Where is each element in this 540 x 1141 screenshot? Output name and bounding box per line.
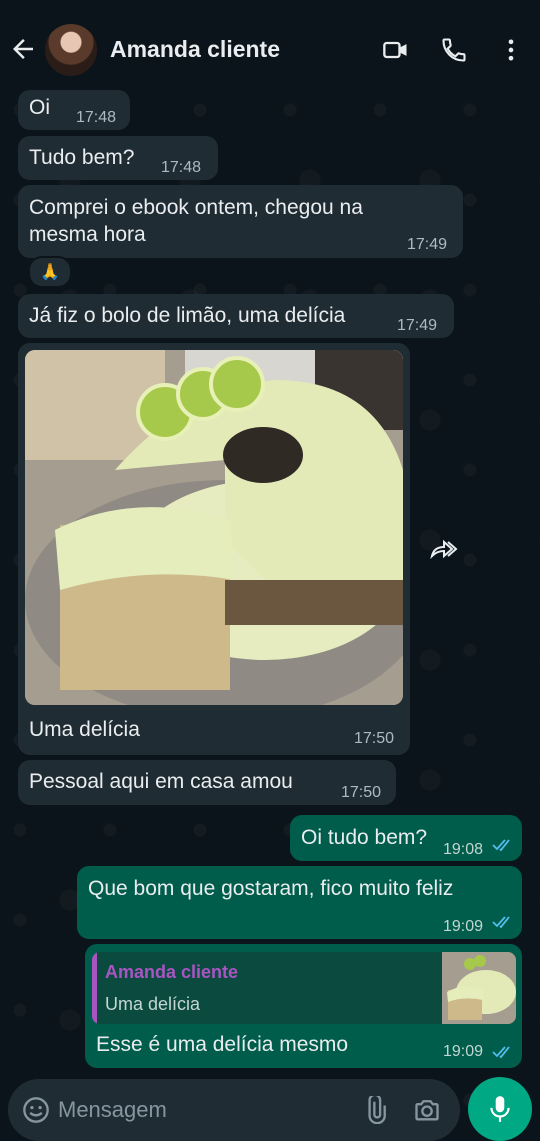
message-bubble[interactable]: Oi tudo bem? 19:08 [290,815,522,861]
message-time: 19:08 [443,841,484,858]
video-call-icon[interactable] [382,36,410,64]
cake-image [25,350,403,705]
cake-photo[interactable] [25,350,403,705]
mic-icon [490,1096,510,1122]
message-input[interactable]: Mensagem [58,1097,167,1123]
attach-icon[interactable] [362,1096,390,1124]
message-text: Oi [29,96,50,119]
message-text: Oi tudo bem? [301,826,428,849]
message-time: 17:49 [397,317,438,334]
message-text: Já fiz o bolo de limão, uma delícia [29,304,346,327]
message-text: Que bom que gostaram, fico muito feliz [88,877,454,900]
quote-bar [92,952,97,1024]
message-time: 17:49 [407,236,448,253]
message-bubble[interactable]: Comprei o ebook ontem, chegou na mesma h… [18,185,463,258]
message-bubble[interactable]: Pessoal aqui em casa amou 17:50 [18,760,396,805]
read-ticks-icon [492,916,510,929]
chat-header: Amanda cliente [0,0,540,96]
more-vertical-icon[interactable] [497,36,525,64]
read-ticks-icon [492,1046,510,1059]
back-arrow-icon[interactable] [8,34,38,64]
message-time: 17:48 [76,109,117,126]
message-time: 19:09 [443,918,484,935]
message-time: 17:48 [161,159,202,176]
reaction-emoji: 🙏 [40,264,60,281]
message-bubble[interactable]: Tudo bem? 17:48 [18,136,218,180]
message-text: mesma hora [29,223,146,246]
phone-icon[interactable] [440,36,468,64]
quote-author: Amanda cliente [105,962,239,982]
emoji-icon[interactable] [22,1096,50,1124]
message-time: 17:50 [341,784,382,801]
contact-name[interactable]: Amanda cliente [110,36,280,63]
message-text: Comprei o ebook ontem, chegou na [29,196,363,219]
message-text: Tudo bem? [29,146,135,169]
message-bubble[interactable]: Já fiz o bolo de limão, uma delícia 17:4… [18,294,454,338]
mic-button[interactable] [468,1077,532,1141]
message-bubble[interactable]: Que bom que gostaram, fico muito feliz 1… [77,866,522,939]
quote-text: Uma delícia [105,994,201,1014]
quote-thumbnail [442,952,516,1024]
quoted-message[interactable]: Amanda cliente Uma delícia [92,952,516,1024]
message-time: 17:50 [354,730,395,747]
read-ticks-icon [492,839,510,852]
image-caption: Uma delícia [29,718,140,741]
reaction-badge[interactable]: 🙏 [28,256,72,288]
message-text: Pessoal aqui em casa amou [29,770,293,793]
avatar[interactable] [45,24,97,76]
forward-button[interactable] [423,530,463,570]
forward-icon [430,539,458,560]
camera-icon[interactable] [413,1096,441,1124]
message-text: Esse é uma delícia mesmo [96,1033,349,1056]
message-time: 19:09 [443,1043,484,1060]
message-bubble[interactable]: Oi 17:48 [18,90,130,130]
